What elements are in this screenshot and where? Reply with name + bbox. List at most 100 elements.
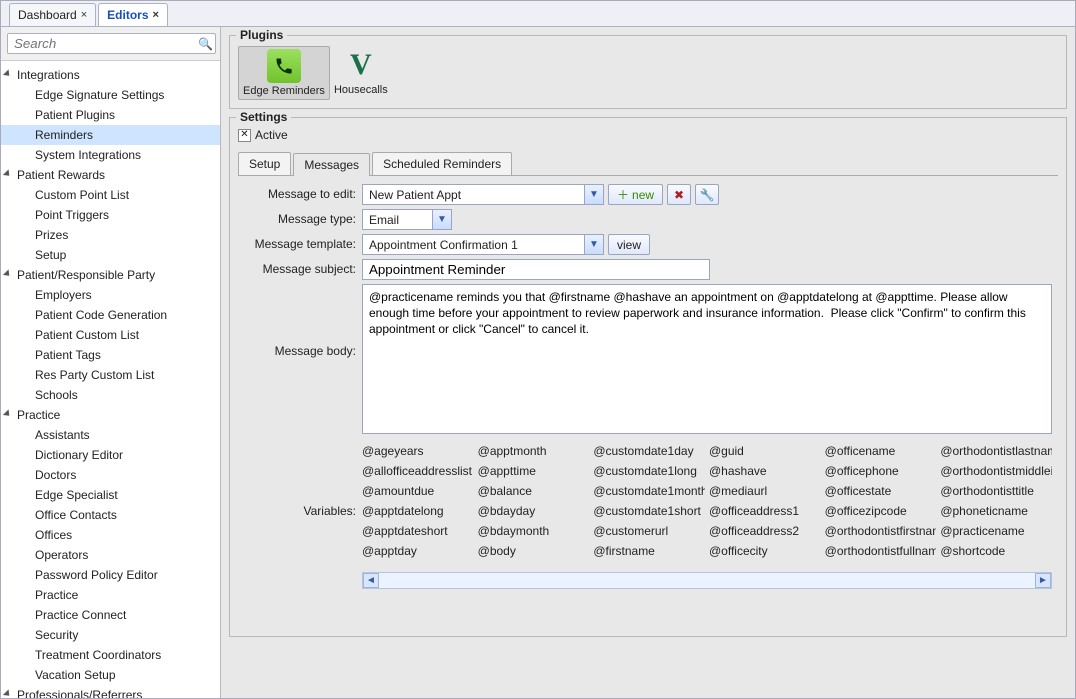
variable-token[interactable]: @apptdateshort [362, 524, 474, 538]
variable-token[interactable]: @orthodontistfullname [825, 544, 937, 558]
variable-token[interactable]: @allofficeaddresslist [362, 464, 474, 478]
variable-token[interactable]: @orthodontistmiddleinitial [940, 464, 1052, 478]
tree-item[interactable]: Offices [1, 525, 220, 545]
tree-item[interactable]: Operators [1, 545, 220, 565]
tree-item[interactable]: Office Contacts [1, 505, 220, 525]
tree-item[interactable]: Res Party Custom List [1, 365, 220, 385]
variable-token[interactable]: @officename [825, 444, 937, 458]
plugin-housecalls[interactable]: V Housecalls [330, 46, 392, 100]
variable-token[interactable]: @officezipcode [825, 504, 937, 518]
message-body-textarea[interactable] [362, 284, 1052, 434]
message-subject-input[interactable] [362, 259, 710, 280]
tree-item[interactable]: Patient Code Generation [1, 305, 220, 325]
delete-button[interactable]: ✖ [667, 184, 691, 205]
variable-token[interactable]: @orthodontistfirstname [825, 524, 937, 538]
tree-item[interactable]: Security [1, 625, 220, 645]
tree-item[interactable]: Password Policy Editor [1, 565, 220, 585]
new-button[interactable]: ＋new [608, 184, 663, 205]
tab-dashboard[interactable]: Dashboard × [9, 3, 96, 26]
variable-token[interactable]: @ageyears [362, 444, 474, 458]
tree-item[interactable]: Dictionary Editor [1, 445, 220, 465]
variable-token[interactable]: @phoneticname [940, 504, 1052, 518]
variable-token[interactable]: @firstname [593, 544, 705, 558]
chevron-down-icon[interactable]: ▼ [585, 185, 603, 204]
plugin-edge-reminders[interactable]: Edge Reminders [238, 46, 330, 100]
tree-item[interactable]: Practice Connect [1, 605, 220, 625]
tree-group-head[interactable]: Patient Rewards [1, 165, 220, 185]
tree-item[interactable]: Point Triggers [1, 205, 220, 225]
label-message-subject: Message subject: [244, 259, 362, 276]
message-to-edit-combo[interactable]: New Patient Appt ▼ [362, 184, 604, 205]
tab-messages[interactable]: Messages [293, 153, 370, 176]
scroll-left-icon[interactable]: ◄ [363, 573, 379, 588]
variable-token[interactable]: @shortcode [940, 544, 1052, 558]
variable-token[interactable]: @officephone [825, 464, 937, 478]
tree-item[interactable]: Edge Specialist [1, 485, 220, 505]
variable-token[interactable]: @customdate1month [593, 484, 705, 498]
tree-item[interactable]: Assistants [1, 425, 220, 445]
close-icon[interactable]: × [153, 9, 159, 21]
variable-token[interactable]: @orthodontistlastname [940, 444, 1052, 458]
variable-token[interactable]: @officeaddress2 [709, 524, 821, 538]
tree-item[interactable]: Reminders [1, 125, 220, 145]
variable-token[interactable]: @officestate [825, 484, 937, 498]
tree-item[interactable]: Schools [1, 385, 220, 405]
active-label: Active [255, 128, 288, 142]
variable-token[interactable]: @mediaurl [709, 484, 821, 498]
variable-token[interactable]: @amountdue [362, 484, 474, 498]
search-input[interactable] [7, 33, 216, 54]
tree-group-head[interactable]: Integrations [1, 65, 220, 85]
variable-token[interactable]: @officeaddress1 [709, 504, 821, 518]
label-message-type: Message type: [244, 209, 362, 226]
tab-scheduled-reminders[interactable]: Scheduled Reminders [372, 152, 512, 175]
variable-token[interactable]: @orthodontisttitle [940, 484, 1052, 498]
tree-item[interactable]: Doctors [1, 465, 220, 485]
message-template-combo[interactable]: Appointment Confirmation 1 ▼ [362, 234, 604, 255]
tree-group-head[interactable]: Professionals/Referrers [1, 685, 220, 698]
tree-item[interactable]: Treatment Coordinators [1, 645, 220, 665]
variable-token[interactable]: @officecity [709, 544, 821, 558]
message-type-combo[interactable]: Email ▼ [362, 209, 452, 230]
chevron-down-icon[interactable]: ▼ [433, 210, 451, 229]
variable-token[interactable]: @balance [478, 484, 590, 498]
plugin-label: Edge Reminders [243, 85, 325, 97]
variable-token[interactable]: @hashave [709, 464, 821, 478]
tree-item[interactable]: Patient Custom List [1, 325, 220, 345]
chevron-down-icon[interactable]: ▼ [585, 235, 603, 254]
view-button[interactable]: view [608, 234, 650, 255]
variable-token[interactable]: @customerurl [593, 524, 705, 538]
active-checkbox[interactable]: ✕ [238, 129, 251, 142]
tree-item[interactable]: Edge Signature Settings [1, 85, 220, 105]
tree-item[interactable]: Prizes [1, 225, 220, 245]
tree-item[interactable]: System Integrations [1, 145, 220, 165]
variable-token[interactable]: @appttime [478, 464, 590, 478]
tab-editors[interactable]: Editors × [98, 3, 168, 26]
variable-token[interactable]: @guid [709, 444, 821, 458]
tree-item[interactable]: Setup [1, 245, 220, 265]
variable-token[interactable]: @apptdatelong [362, 504, 474, 518]
tree-group-head[interactable]: Patient/Responsible Party [1, 265, 220, 285]
variable-token[interactable]: @apptmonth [478, 444, 590, 458]
tree-item[interactable]: Patient Tags [1, 345, 220, 365]
variable-token[interactable]: @body [478, 544, 590, 558]
tree-item[interactable]: Vacation Setup [1, 665, 220, 685]
tool-button[interactable]: 🔧 [695, 184, 719, 205]
plugins-title: Plugins [236, 28, 287, 42]
variable-token[interactable]: @customdate1short [593, 504, 705, 518]
variable-token[interactable]: @apptday [362, 544, 474, 558]
tree-item[interactable]: Patient Plugins [1, 105, 220, 125]
close-icon[interactable]: × [81, 9, 87, 21]
tree-item[interactable]: Custom Point List [1, 185, 220, 205]
tab-setup[interactable]: Setup [238, 152, 291, 175]
scroll-right-icon[interactable]: ► [1035, 573, 1051, 588]
variable-token[interactable]: @practicename [940, 524, 1052, 538]
variable-token[interactable]: @bdayday [478, 504, 590, 518]
tree-item[interactable]: Practice [1, 585, 220, 605]
variables-scrollbar[interactable]: ◄ ► [362, 572, 1052, 589]
tree-group-head[interactable]: Practice [1, 405, 220, 425]
variable-token[interactable]: @customdate1long [593, 464, 705, 478]
variable-token[interactable]: @bdaymonth [478, 524, 590, 538]
tab-label: Dashboard [18, 8, 77, 22]
variable-token[interactable]: @customdate1day [593, 444, 705, 458]
tree-item[interactable]: Employers [1, 285, 220, 305]
